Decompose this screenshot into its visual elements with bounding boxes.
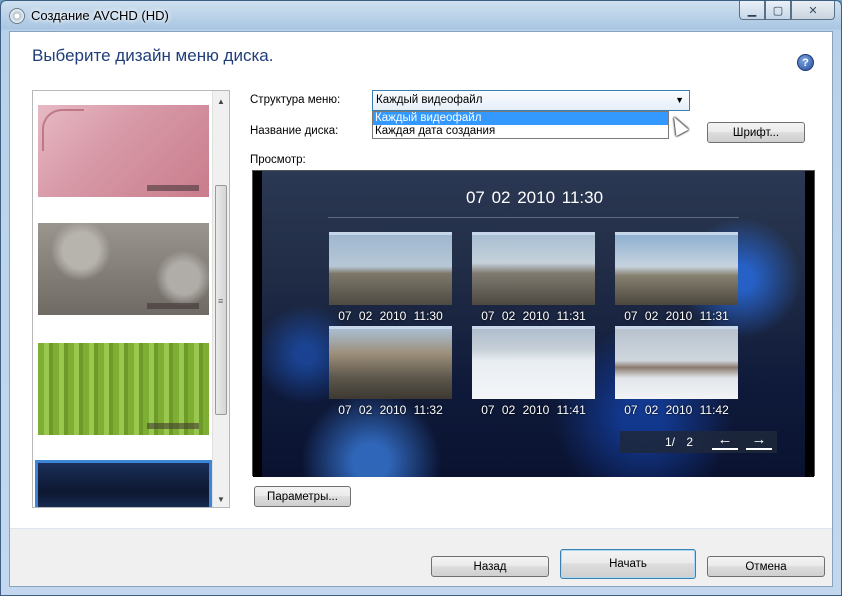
preview-pager: 1/ 2 ← → <box>620 431 777 453</box>
cancel-button[interactable]: Отмена <box>707 556 825 577</box>
menu-structure-value: Каждый видеофайл <box>376 94 483 106</box>
preview-clip[interactable]: 07 02 2010 11:32 <box>329 326 452 417</box>
menu-structure-dropdown[interactable]: Каждый видеофайл Каждая дата создания <box>372 111 669 139</box>
thumb-title-strip <box>147 423 199 429</box>
title-bar: Создание AVCHD (HD) ▁ ▢ ✕ <box>1 1 841 31</box>
clip-thumbnail <box>472 326 595 399</box>
preview-letterbox-left <box>253 171 262 477</box>
disc-icon <box>9 8 25 24</box>
clip-caption: 07 02 2010 11:32 <box>338 403 443 417</box>
dialog-client: Выберите дизайн меню диска. ? ▲ ≡ ▼ Стру… <box>9 31 833 587</box>
theme-item-pink-floral[interactable] <box>38 105 209 197</box>
preview-clip[interactable]: 07 02 2010 11:42 <box>615 326 738 417</box>
preview-letterbox-right <box>805 171 814 477</box>
clip-caption: 07 02 2010 11:41 <box>481 403 586 417</box>
arrow-right-icon[interactable]: → <box>746 432 772 450</box>
dropdown-option-each-video[interactable]: Каждый видеофайл <box>373 112 668 125</box>
menu-structure-select[interactable]: Каждый видеофайл ▼ <box>372 90 690 111</box>
theme-item-blue-night[interactable] <box>35 460 212 507</box>
clip-caption: 07 02 2010 11:31 <box>481 309 586 323</box>
preview-clip[interactable]: 07 02 2010 11:41 <box>472 326 595 417</box>
window-title: Создание AVCHD (HD) <box>31 8 169 23</box>
preview-clip[interactable]: 07 02 2010 11:31 <box>472 232 595 323</box>
theme-list[interactable]: ▲ ≡ ▼ <box>32 90 230 508</box>
parameters-button[interactable]: Параметры... <box>254 486 351 507</box>
chevron-down-icon: ▼ <box>675 95 684 105</box>
preview-title-underline <box>328 217 739 218</box>
minimize-button[interactable]: ▁ <box>739 1 765 20</box>
clip-caption: 07 02 2010 11:30 <box>338 309 443 323</box>
theme-list-scrollbar[interactable]: ▲ ≡ ▼ <box>212 91 229 507</box>
dropdown-option-each-date[interactable]: Каждая дата создания <box>373 125 668 138</box>
clip-thumbnail <box>329 326 452 399</box>
disc-name-label: Название диска: <box>250 125 339 137</box>
preview-label: Просмотр: <box>250 154 306 166</box>
arrow-left-icon[interactable]: ← <box>712 432 738 450</box>
font-button[interactable]: Шрифт... <box>707 122 805 143</box>
preview-title: 07 02 2010 11:30 <box>465 188 604 207</box>
clip-caption: 07 02 2010 11:42 <box>624 403 729 417</box>
theme-item-gray-bokeh[interactable] <box>38 223 209 315</box>
mouse-cursor-icon <box>667 113 689 137</box>
menu-structure-label: Структура меню: <box>250 94 341 106</box>
caption-buttons: ▁ ▢ ✕ <box>739 1 835 21</box>
page-title: Выберите дизайн меню диска. <box>32 46 274 65</box>
scroll-thumb[interactable]: ≡ <box>215 185 227 415</box>
clip-thumbnail <box>329 232 452 305</box>
help-icon[interactable]: ? <box>797 54 814 71</box>
app-window: Создание AVCHD (HD) ▁ ▢ ✕ Выберите дизай… <box>0 0 842 596</box>
menu-preview: 07 02 2010 11:30 07 02 2010 11:30 07 02 … <box>252 170 815 477</box>
scroll-up-icon[interactable]: ▲ <box>213 93 229 109</box>
clip-thumbnail <box>615 326 738 399</box>
start-button[interactable]: Начать <box>560 549 696 579</box>
theme-item-green-stripes[interactable] <box>38 343 209 435</box>
clip-thumbnail <box>615 232 738 305</box>
maximize-button[interactable]: ▢ <box>765 1 791 20</box>
preview-clip[interactable]: 07 02 2010 11:31 <box>615 232 738 323</box>
page-counter: 1/ 2 <box>665 435 694 449</box>
thumb-title-strip <box>147 303 199 309</box>
back-button[interactable]: Назад <box>431 556 549 577</box>
clip-caption: 07 02 2010 11:31 <box>624 309 729 323</box>
preview-clip[interactable]: 07 02 2010 11:30 <box>329 232 452 323</box>
close-button[interactable]: ✕ <box>791 1 835 20</box>
footer-area: Назад Начать Отмена <box>10 529 832 586</box>
thumb-title-strip <box>147 185 199 191</box>
clip-thumbnail <box>472 232 595 305</box>
scroll-down-icon[interactable]: ▼ <box>213 491 229 507</box>
scroll-grip-icon: ≡ <box>218 296 224 306</box>
